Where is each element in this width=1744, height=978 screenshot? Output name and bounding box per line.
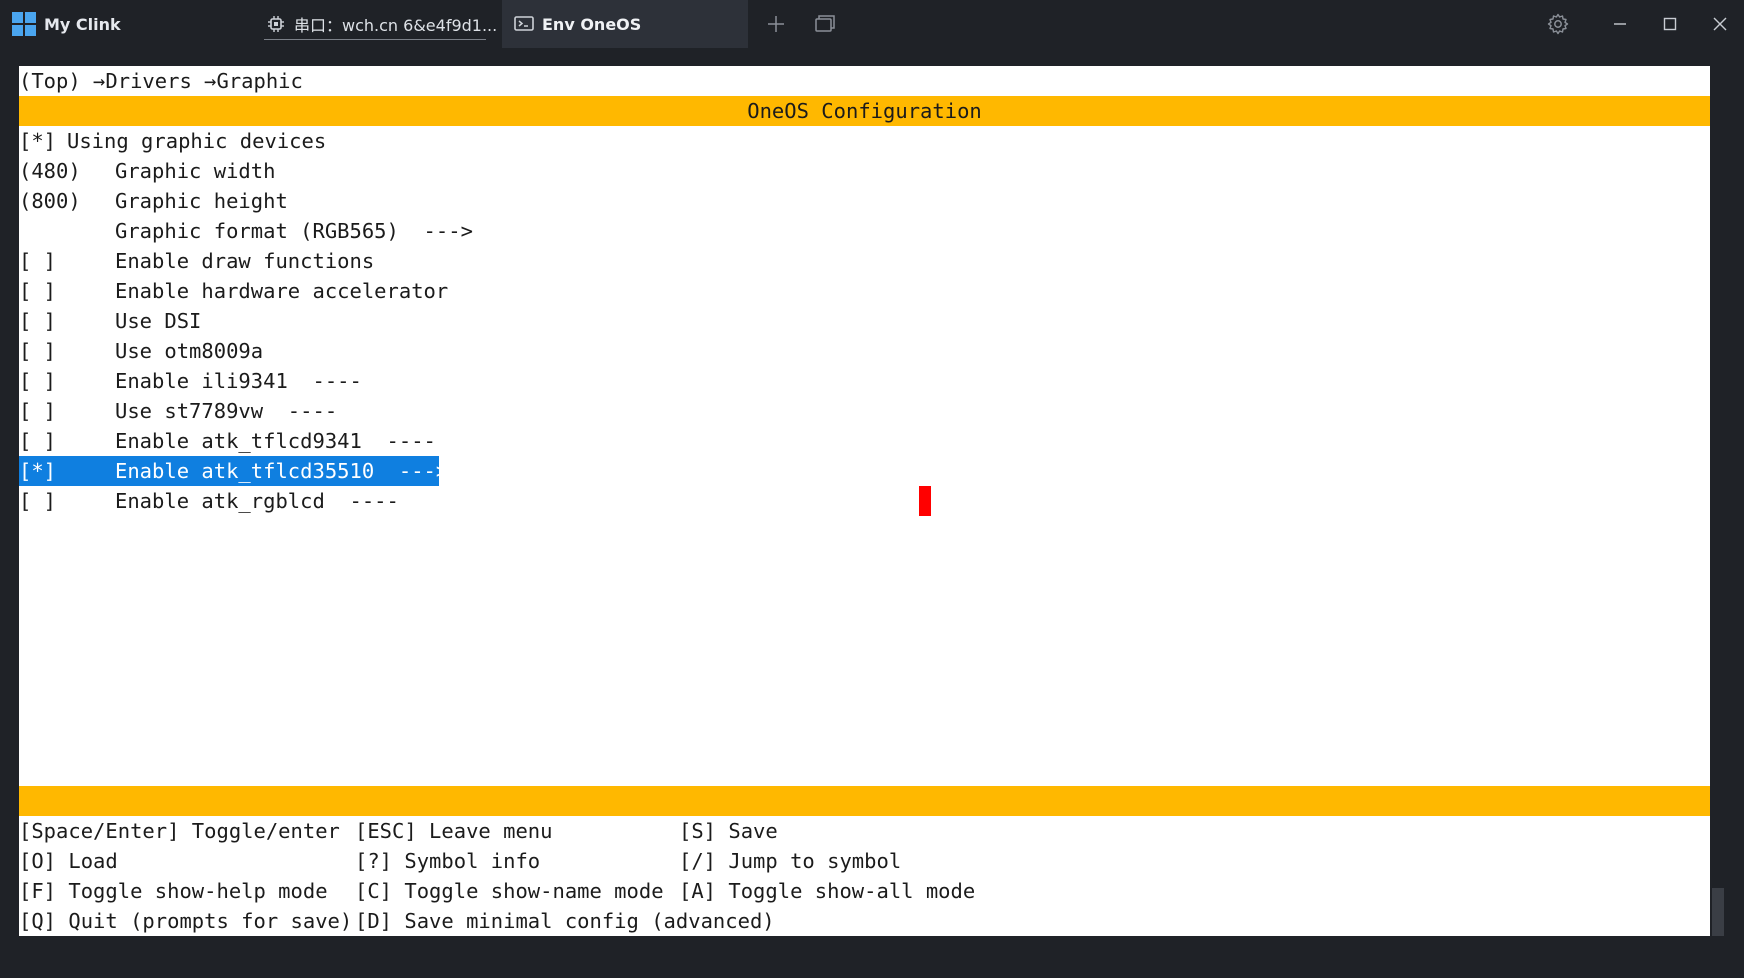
minimize-icon — [1614, 23, 1626, 25]
menu-item-use-otm8009a[interactable]: [ ] Use otm8009a — [19, 336, 263, 366]
menu-item-enable-hardware-accelerator[interactable]: [ ] Enable hardware accelerator — [19, 276, 448, 306]
title-bar: My Clink 串口：wch.cn 6&e4f9d1... Env OneOS — [0, 0, 1744, 48]
menu-item-label: Use DSI — [115, 309, 202, 333]
menu-item-mark: [*] — [19, 129, 57, 153]
menu-item-graphic-width[interactable]: (480) Graphic width — [19, 156, 275, 186]
menu-item-enable-ili9341[interactable]: [ ] Enable ili9341 ---- — [19, 366, 362, 396]
menu-item-label: Use st7789vw ---- — [115, 399, 338, 423]
menu-item-label: Graphic width — [115, 159, 276, 183]
menu-item-use-st7789vw[interactable]: [ ] Use st7789vw ---- — [19, 396, 337, 426]
menu-item-graphic-format[interactable]: Graphic format (RGB565) ---> — [19, 216, 473, 246]
help-key: [C] Toggle show-name mode — [355, 879, 664, 903]
menu-item-label: Enable atk_tflcd9341 ---- — [115, 429, 436, 453]
menu-item-enable-atk-tflcd9341[interactable]: [ ] Enable atk_tflcd9341 ---- — [19, 426, 436, 456]
help-key: [?] Symbol info — [355, 849, 541, 873]
menu-item-mark: [ ] — [19, 249, 57, 273]
menu-item-mark: [ ] — [19, 309, 57, 333]
app-brand: My Clink — [12, 12, 121, 36]
minimize-button[interactable] — [1608, 12, 1632, 36]
help-key: [D] Save minimal config (advanced) — [355, 909, 775, 933]
menu-item-using-graphic-devices[interactable]: [*] Using graphic devices — [19, 126, 326, 156]
menu-item-mark: [*] — [19, 459, 57, 483]
help-key: [O] Load — [19, 849, 118, 873]
config-banner: OneOS Configuration — [19, 96, 1710, 126]
menu-item-enable-atk-rgblcd[interactable]: [ ] Enable atk_rgblcd ---- — [19, 486, 399, 516]
menu-item-enable-draw-functions[interactable]: [ ] Enable draw functions — [19, 246, 374, 276]
menu-item-mark: (480) — [19, 159, 81, 183]
windows-stack-icon — [815, 15, 835, 32]
menu-item-mark: [ ] — [19, 339, 57, 363]
help-key: [F] Toggle show-help mode — [19, 879, 328, 903]
new-tab-button[interactable] — [764, 12, 788, 36]
menu-item-mark: [ ] — [19, 399, 57, 423]
menu-item-label: Use otm8009a — [115, 339, 264, 363]
menu-item-use-dsi[interactable]: [ ] Use DSI — [19, 306, 201, 336]
menu-item-graphic-height[interactable]: (800) Graphic height — [19, 186, 288, 216]
menu-item-mark: [ ] — [19, 489, 57, 513]
close-icon — [1713, 17, 1727, 31]
scrollbar-thumb[interactable] — [1712, 888, 1724, 936]
help-key: [A] Toggle show-all mode — [679, 879, 976, 903]
tab-overview-button[interactable] — [813, 12, 837, 36]
app-title: My Clink — [44, 14, 121, 34]
help-key: [Q] Quit (prompts for save) — [19, 909, 353, 933]
menu-item-mark: [ ] — [19, 429, 57, 453]
terminal-screen[interactable]: (Top) →Drivers →Graphic OneOS Configurat… — [19, 66, 1710, 936]
maximize-icon — [1663, 17, 1677, 31]
menu-item-label: Enable atk_rgblcd ---- — [115, 489, 399, 513]
tab-label: 串口：wch.cn 6&e4f9d1... — [294, 16, 498, 35]
menu-item-mark: (800) — [19, 189, 81, 213]
maximize-button[interactable] — [1658, 12, 1682, 36]
menu-item-mark: [ ] — [19, 279, 57, 303]
tab-label: Env OneOS — [542, 14, 642, 34]
text-cursor — [919, 486, 931, 516]
menu-item-label: Enable ili9341 ---- — [115, 369, 362, 393]
close-button[interactable] — [1708, 12, 1732, 36]
menu-item-label: Graphic height — [115, 189, 288, 213]
gear-icon — [1547, 13, 1569, 35]
settings-button[interactable] — [1546, 12, 1570, 36]
menu-item-label: Using graphic devices — [67, 129, 327, 153]
menu-item-mark: [ ] — [19, 369, 57, 393]
windows-logo-icon — [12, 12, 36, 36]
menu-item-label: Enable draw functions — [115, 249, 375, 273]
tab-env-oneos[interactable]: Env OneOS — [502, 0, 748, 48]
menu-item-label: Enable hardware accelerator — [115, 279, 449, 303]
chip-icon — [266, 14, 286, 34]
banner-title: OneOS Configuration — [747, 99, 982, 123]
tab-underline — [264, 39, 486, 40]
terminal-icon — [514, 14, 534, 34]
menu-item-label: Enable atk_tflcd35510 ---> — [115, 459, 449, 483]
help-key: [S] Save — [679, 819, 778, 843]
help-key: [ESC] Leave menu — [355, 819, 553, 843]
menu-item-label: Graphic format (RGB565) ---> — [115, 219, 473, 243]
footer-banner — [19, 786, 1710, 816]
help-key: [Space/Enter] Toggle/enter — [19, 819, 340, 843]
tab-serial[interactable]: 串口：wch.cn 6&e4f9d1... — [258, 0, 498, 48]
menu-item-enable-atk-tflcd35510[interactable]: [*] Enable atk_tflcd35510 ---> — [19, 456, 448, 486]
breadcrumb: (Top) →Drivers →Graphic — [19, 69, 303, 93]
plus-icon — [768, 16, 784, 32]
help-key: [/] Jump to symbol — [679, 849, 902, 873]
